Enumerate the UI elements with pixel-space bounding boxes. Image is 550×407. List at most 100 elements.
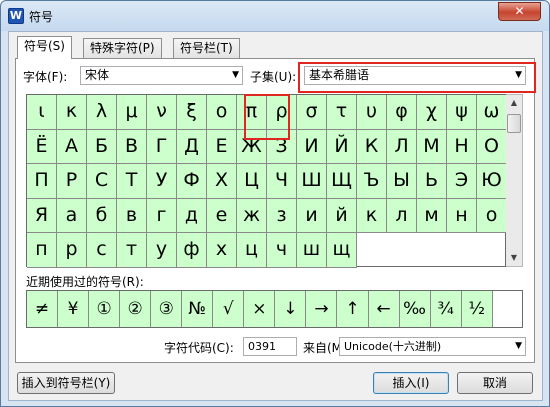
symbol-cell[interactable]: Ь bbox=[417, 164, 447, 199]
symbol-cell[interactable]: о bbox=[477, 198, 507, 234]
recent-symbol-cell[interactable]: → bbox=[306, 291, 338, 327]
symbol-cell[interactable]: Щ bbox=[327, 164, 357, 199]
symbol-cell[interactable]: П bbox=[27, 164, 57, 199]
symbol-cell[interactable]: Л bbox=[387, 129, 417, 165]
symbol-cell[interactable]: О bbox=[477, 129, 507, 165]
recent-symbol-cell[interactable]: ← bbox=[368, 291, 400, 327]
symbol-cell[interactable]: χ bbox=[417, 95, 447, 130]
close-button[interactable]: ✕ bbox=[498, 2, 541, 21]
symbol-cell[interactable]: μ bbox=[117, 95, 147, 130]
symbol-cell[interactable]: ξ bbox=[177, 95, 207, 130]
insert-button[interactable]: 插入(I) bbox=[373, 372, 449, 394]
symbol-cell[interactable]: Д bbox=[177, 129, 207, 165]
tab-symbol-bar[interactable]: 符号栏(T) bbox=[173, 38, 240, 58]
symbol-cell[interactable]: Й bbox=[327, 129, 357, 165]
tab-special-chars[interactable]: 特殊字符(P) bbox=[83, 38, 162, 58]
symbol-cell[interactable]: ν bbox=[147, 95, 177, 130]
symbol-cell[interactable]: Р bbox=[57, 164, 87, 199]
symbol-cell[interactable]: ц bbox=[237, 233, 267, 268]
symbol-cell[interactable]: С bbox=[87, 164, 117, 199]
recent-symbol-cell[interactable]: √ bbox=[213, 291, 245, 327]
symbol-cell[interactable]: ф bbox=[177, 233, 207, 268]
symbol-cell[interactable]: σ bbox=[297, 95, 327, 130]
symbol-cell[interactable]: τ bbox=[327, 95, 357, 130]
symbol-cell[interactable]: Ч bbox=[267, 164, 297, 199]
symbol-cell[interactable]: Ф bbox=[177, 164, 207, 199]
grid-scrollbar[interactable]: ▲ ▼ bbox=[506, 94, 523, 267]
recent-symbol-cell[interactable]: ↓ bbox=[275, 291, 307, 327]
symbol-cell[interactable]: κ bbox=[57, 95, 87, 130]
symbol-cell[interactable]: Э bbox=[447, 164, 477, 199]
encoding-select[interactable]: Unicode(十六进制) ▼ bbox=[339, 337, 526, 356]
symbol-cell[interactable]: φ bbox=[387, 95, 417, 130]
recent-symbol-cell[interactable]: ½ bbox=[461, 291, 493, 327]
symbol-cell[interactable]: ο bbox=[207, 95, 237, 130]
symbol-cell[interactable]: А bbox=[57, 129, 87, 165]
symbol-cell[interactable]: Ю bbox=[477, 164, 507, 199]
recent-symbol-cell[interactable]: ≠ bbox=[27, 291, 59, 327]
symbol-cell[interactable]: р bbox=[57, 233, 87, 268]
symbol-cell[interactable]: Ъ bbox=[357, 164, 387, 199]
symbol-cell[interactable]: Г bbox=[147, 129, 177, 165]
char-code-input[interactable]: 0391 bbox=[243, 337, 297, 356]
symbol-cell[interactable]: м bbox=[417, 198, 447, 234]
scroll-thumb[interactable] bbox=[507, 114, 521, 133]
symbol-cell[interactable]: т bbox=[117, 233, 147, 268]
insert-to-symbol-bar-button[interactable]: 插入到符号栏(Y) bbox=[17, 372, 115, 394]
symbol-cell[interactable]: щ bbox=[327, 233, 357, 268]
symbol-cell[interactable]: В bbox=[117, 129, 147, 165]
symbol-cell[interactable]: ω bbox=[477, 95, 507, 130]
symbol-cell[interactable]: И bbox=[297, 129, 327, 165]
symbol-cell[interactable]: З bbox=[267, 129, 297, 165]
symbol-cell[interactable]: ψ bbox=[447, 95, 477, 130]
font-select[interactable]: 宋体 ▼ bbox=[80, 66, 243, 85]
symbol-cell[interactable]: п bbox=[27, 233, 57, 268]
symbol-cell[interactable]: а bbox=[57, 198, 87, 234]
symbol-cell[interactable]: ρ bbox=[267, 95, 297, 130]
symbol-cell[interactable]: Ц bbox=[237, 164, 267, 199]
recent-symbol-cell[interactable]: ① bbox=[89, 291, 121, 327]
symbol-cell[interactable]: Б bbox=[87, 129, 117, 165]
symbol-cell[interactable]: υ bbox=[357, 95, 387, 130]
symbol-cell[interactable]: к bbox=[357, 198, 387, 234]
symbol-cell[interactable]: н bbox=[447, 198, 477, 234]
tab-symbols[interactable]: 符号(S) bbox=[17, 36, 72, 59]
symbol-cell[interactable]: с bbox=[87, 233, 117, 268]
symbol-cell[interactable]: Ы bbox=[387, 164, 417, 199]
symbol-cell[interactable]: Ш bbox=[297, 164, 327, 199]
symbol-cell[interactable]: Е bbox=[207, 129, 237, 165]
symbol-cell[interactable]: Я bbox=[27, 198, 57, 234]
symbol-cell[interactable]: и bbox=[297, 198, 327, 234]
symbol-cell[interactable]: π bbox=[237, 95, 267, 130]
recent-symbol-cell[interactable]: ¥ bbox=[58, 291, 90, 327]
symbol-cell[interactable]: з bbox=[267, 198, 297, 234]
recent-symbol-cell[interactable]: × bbox=[244, 291, 276, 327]
symbol-cell[interactable]: ж bbox=[237, 198, 267, 234]
recent-symbol-cell[interactable]: ③ bbox=[151, 291, 183, 327]
symbol-cell[interactable]: х bbox=[207, 233, 237, 268]
symbol-cell[interactable]: Ж bbox=[237, 129, 267, 165]
symbol-cell[interactable]: Н bbox=[447, 129, 477, 165]
symbol-cell[interactable]: д bbox=[177, 198, 207, 234]
symbol-cell[interactable]: ι bbox=[27, 95, 57, 130]
symbol-cell[interactable]: у bbox=[147, 233, 177, 268]
recent-symbol-cell[interactable]: ↑ bbox=[337, 291, 369, 327]
recent-symbol-cell[interactable]: ¾ bbox=[430, 291, 462, 327]
symbol-cell[interactable]: й bbox=[327, 198, 357, 234]
symbol-cell[interactable]: б bbox=[87, 198, 117, 234]
symbol-cell[interactable]: Х bbox=[207, 164, 237, 199]
symbol-cell[interactable]: г bbox=[147, 198, 177, 234]
symbol-cell[interactable]: Ё bbox=[27, 129, 57, 165]
symbol-cell[interactable]: К bbox=[357, 129, 387, 165]
recent-symbol-cell[interactable]: № bbox=[182, 291, 214, 327]
scroll-down-icon[interactable]: ▼ bbox=[506, 250, 522, 266]
cancel-button[interactable]: 取消 bbox=[457, 372, 533, 394]
symbol-cell[interactable]: в bbox=[117, 198, 147, 234]
symbol-cell[interactable]: ч bbox=[267, 233, 297, 268]
symbol-cell[interactable]: Т bbox=[117, 164, 147, 199]
symbol-cell[interactable]: е bbox=[207, 198, 237, 234]
symbol-cell[interactable]: λ bbox=[87, 95, 117, 130]
symbol-cell[interactable]: л bbox=[387, 198, 417, 234]
recent-symbol-cell[interactable]: ② bbox=[120, 291, 152, 327]
subset-select[interactable]: 基本希腊语 ▼ bbox=[304, 66, 526, 85]
